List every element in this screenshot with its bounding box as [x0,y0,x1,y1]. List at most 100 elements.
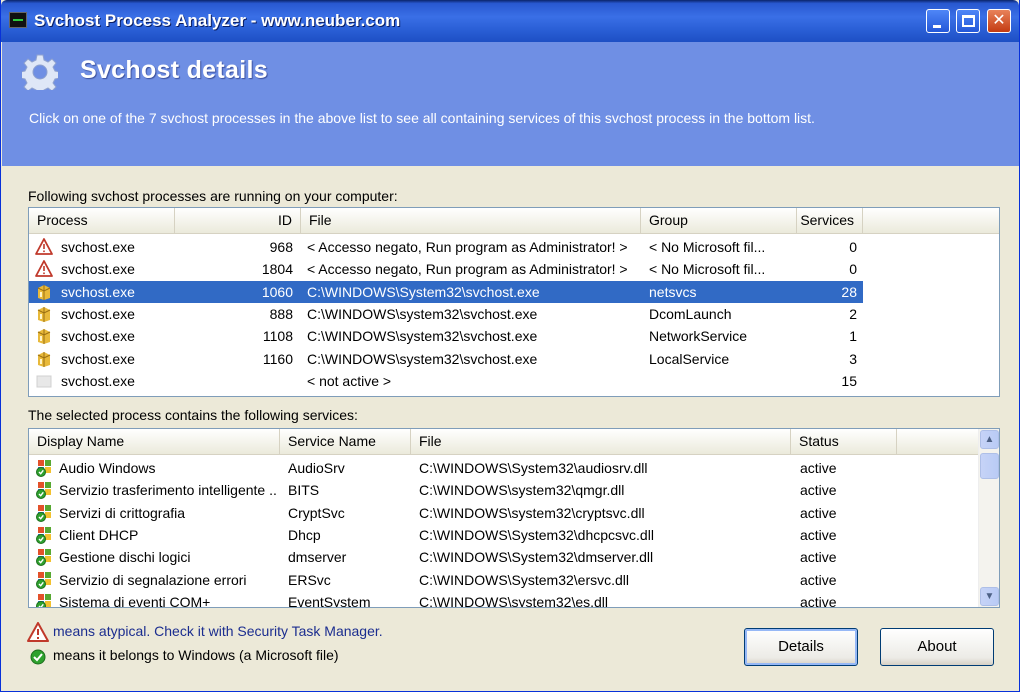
service-row[interactable]: Sistema di eventi COM+ EventSystem C:\WIND… [29,591,977,608]
process-list[interactable]: Process ID File Group Services svchost.e… [28,207,1000,397]
terminal-icon [9,12,27,28]
service-cell-service: dmserver [288,549,347,566]
close-button[interactable]: ✕ [987,9,1011,33]
process-row[interactable]: svchost.exe < not active > 15 [29,370,999,392]
process-cell-id: 1108 [262,328,293,345]
warning-icon [35,238,53,255]
service-list[interactable]: Display Name Service Name File Status Au… [28,428,1000,608]
service-row[interactable]: Audio Windows AudioSrv C:\WINDOWS\System32… [29,457,977,479]
page-title: Svchost details [80,56,268,84]
process-cell-id: 1160 [262,350,293,367]
vertical-scrollbar[interactable]: ▲ ▼ [978,429,999,607]
service-cell-service: EventSystem [288,593,371,608]
warning-icon [35,260,53,278]
column-header-id[interactable]: ID [175,208,301,233]
scroll-thumb[interactable] [980,453,999,479]
service-cell-display: Servizio di segnalazione errori [59,571,247,588]
process-cell-group: NetworkService [649,328,748,345]
column-header-services[interactable]: Services [797,208,863,233]
service-cell-file: C:\WINDOWS\System32\dhcpcsvc.dll [419,526,654,543]
service-row[interactable]: Servizio trasferimento intelligente ... B… [29,479,977,501]
process-cell-file: C:\WINDOWS\system32\svchost.exe [307,328,538,345]
windows-service-icon [36,571,51,589]
service-cell-status: active [800,526,837,543]
column-header-group[interactable]: Group [641,208,797,233]
service-cell-display: Servizio trasferimento intelligente ... [59,482,277,499]
legend-windows: means it belongs to Windows (a Microsoft… [53,647,339,663]
service-row[interactable]: Servizi di crittografia CryptSvc C:\WINDOW… [29,502,977,524]
column-header-process[interactable]: Process [29,208,175,233]
details-button[interactable]: Details [744,628,858,666]
service-cell-service: CryptSvc [288,504,345,521]
service-cell-status: active [800,593,837,608]
process-cell-id: 1060 [261,283,293,300]
process-cell-services: 15 [841,372,857,389]
service-cell-status: active [800,504,837,521]
service-cell-status: active [800,482,837,499]
processes-label: Following svchost processes are running … [28,188,398,204]
header-banner: Svchost details Click on one of the 7 sv… [2,42,1019,166]
cube-icon [37,284,51,300]
process-cell-process: svchost.exe [61,283,135,300]
service-cell-file: C:\WINDOWS\System32\dmserver.dll [419,549,654,566]
cube-icon [37,306,51,322]
scroll-up-button[interactable]: ▲ [980,430,999,449]
process-cell-group [649,370,789,392]
process-cell-group: < No Microsoft fil... [649,239,766,255]
service-cell-display: Audio Windows [59,460,156,476]
service-cell-service: Dhcp [288,526,321,543]
service-row[interactable]: Client DHCP Dhcp C:\WINDOWS\System32\dhcpc… [29,524,977,546]
process-cell-id: 888 [269,305,293,322]
windows-service-icon [36,482,51,500]
process-cell-file: < not active > [307,372,392,389]
maximize-button[interactable] [956,9,980,33]
warning-icon [27,622,49,642]
process-row[interactable]: svchost.exe 888 C:\WINDOWS\system32\svchos… [29,303,999,325]
minimize-button[interactable] [926,9,950,33]
process-cell-process: svchost.exe [61,305,135,322]
scroll-down-button[interactable]: ▼ [980,587,999,606]
service-cell-status: active [800,571,837,588]
process-cell-services: 2 [849,305,857,322]
column-header-file[interactable]: File [301,208,641,233]
process-cell-file: C:\WINDOWS\system32\svchost.exe [307,350,538,367]
process-cell-id: 968 [269,239,293,255]
column-header-display-name[interactable]: Display Name [29,429,280,454]
process-cell-process: svchost.exe [61,372,135,389]
process-cell-services: 1 [849,328,857,345]
process-row[interactable]: svchost.exe 1160 C:\WINDOWS\system32\svcho… [29,348,999,370]
service-cell-service: BITS [288,482,320,499]
cube-icon [37,329,51,345]
process-cell-group: netsvcs [649,283,697,300]
process-cell-file: < Accesso negato, Run program as Adminis… [307,239,628,255]
process-cell-services: 3 [849,350,857,367]
process-row[interactable]: svchost.exe 1804 < Accesso negato, Run pro… [29,258,999,280]
column-header-service-name[interactable]: Service Name [280,429,411,454]
services-label: The selected process contains the follow… [28,407,358,423]
column-header-status[interactable]: Status [791,429,897,454]
service-cell-file: C:\WINDOWS\system32\qmgr.dll [419,482,625,499]
service-row[interactable]: Servizio di segnalazione errori ERSvc C:\W… [29,569,977,591]
service-row[interactable]: Gestione dischi logici dmserver C:\WINDOWS… [29,546,977,568]
service-cell-display: Gestione dischi logici [59,549,191,566]
gear-icon [22,54,58,90]
service-cell-file: C:\WINDOWS\system32\cryptsvc.dll [419,504,645,521]
about-button[interactable]: About [880,628,994,666]
title-bar[interactable]: Svchost Process Analyzer - www.neuber.co… [1,0,1019,42]
process-cell-process: svchost.exe [61,328,135,345]
blank-icon [36,375,52,388]
process-row[interactable]: svchost.exe 968 < Accesso negato, Run prog… [29,236,999,258]
column-header-file[interactable]: File [411,429,791,454]
service-cell-file: C:\WINDOWS\System32\audiosrv.dll [419,460,648,476]
process-row[interactable]: svchost.exe 1060 C:\WINDOWS\System32\svcho… [29,280,863,303]
app-window: Svchost Process Analyzer - www.neuber.co… [0,0,1020,692]
process-cell-group: DcomLaunch [649,305,732,322]
process-cell-services: 0 [849,261,857,278]
process-cell-group: < No Microsoft fil... [649,261,766,278]
service-cell-service: ERSvc [288,571,331,588]
process-cell-group: LocalService [649,350,730,367]
process-row[interactable]: svchost.exe 1108 C:\WINDOWS\system32\svcho… [29,325,999,347]
windows-service-icon [36,460,51,477]
windows-service-icon [36,549,51,567]
service-cell-display: Servizi di crittografia [59,504,186,521]
